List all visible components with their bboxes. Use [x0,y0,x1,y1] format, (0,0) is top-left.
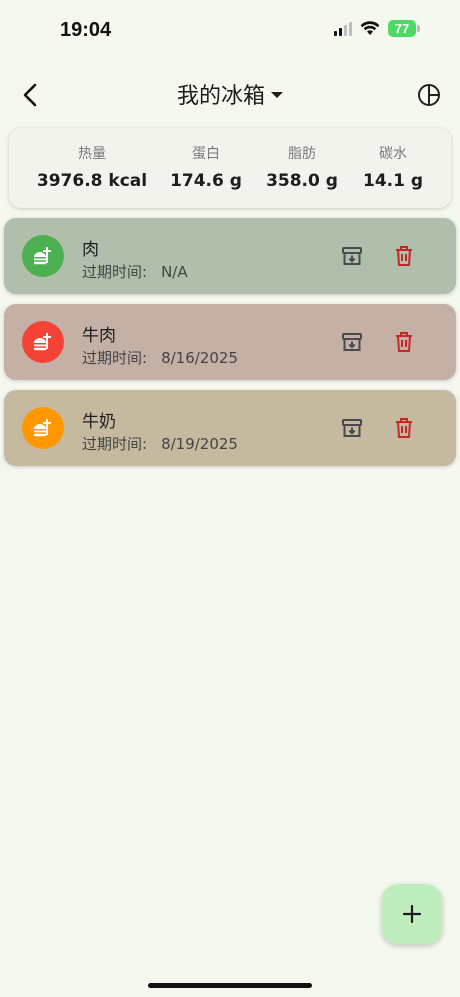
stat-carbs: 碳水 14.1 g [323,143,460,191]
cellular-signal-icon [334,21,352,36]
trash-icon [396,332,412,352]
delete-button[interactable] [392,244,416,268]
page-title: 我的冰箱 [176,84,265,109]
status-time: 19:04 [60,19,112,41]
archive-icon [342,247,362,265]
nutrition-summary-card: 热量 3976.8 kcal 蛋白 174.6 g 脂肪 358.0 g 碳水 … [9,128,451,208]
delete-button[interactable] [392,330,416,354]
stat-label: 碳水 [379,146,407,162]
expiry-label: 过期时间: [82,263,148,281]
archive-button[interactable] [340,330,364,354]
food-name: 牛肉 [82,326,116,346]
expiry-date: 8/16/2025 [161,349,238,367]
archive-button[interactable] [340,244,364,268]
food-avatar [22,235,64,277]
archive-icon [342,333,362,351]
food-item[interactable]: 肉 过期时间: N/A [4,218,456,294]
fastfood-icon [34,247,51,265]
food-item[interactable]: 牛肉 过期时间: 8/16/2025 [4,304,456,380]
food-avatar [22,321,64,363]
archive-icon [342,419,362,437]
fastfood-icon [34,419,51,437]
expiry-row: 过期时间: 8/16/2025 [82,347,238,368]
home-indicator[interactable] [148,983,312,988]
pie-chart-icon [418,84,440,106]
stat-value: 14.1 g [362,171,424,191]
wifi-icon [360,21,380,35]
expiry-date: N/A [161,263,188,281]
battery-level: 77 [388,20,416,37]
delete-button[interactable] [392,416,416,440]
fastfood-icon [34,333,51,351]
food-item[interactable]: 牛奶 过期时间: 8/19/2025 [4,390,456,466]
status-bar: 19:04 77 [0,0,460,60]
battery-icon: 77 [388,20,420,37]
plus-icon [403,905,421,923]
fridge-selector[interactable]: 我的冰箱 [0,78,460,110]
food-name: 肉 [82,240,99,260]
status-icons: 77 [334,20,420,37]
expiry-row: 过期时间: N/A [82,261,188,282]
trash-icon [396,418,412,438]
trash-icon [396,246,412,266]
food-name: 牛奶 [82,412,116,432]
add-food-button[interactable] [382,884,442,944]
archive-button[interactable] [340,416,364,440]
nutrition-chart-button[interactable] [412,78,446,112]
expiry-row: 过期时间: 8/19/2025 [82,433,238,454]
dropdown-caret-icon [271,92,283,98]
expiry-label: 过期时间: [82,435,148,453]
expiry-label: 过期时间: [82,349,148,367]
expiry-date: 8/19/2025 [161,435,238,453]
food-avatar [22,407,64,449]
app-bar: 我的冰箱 [0,70,460,118]
